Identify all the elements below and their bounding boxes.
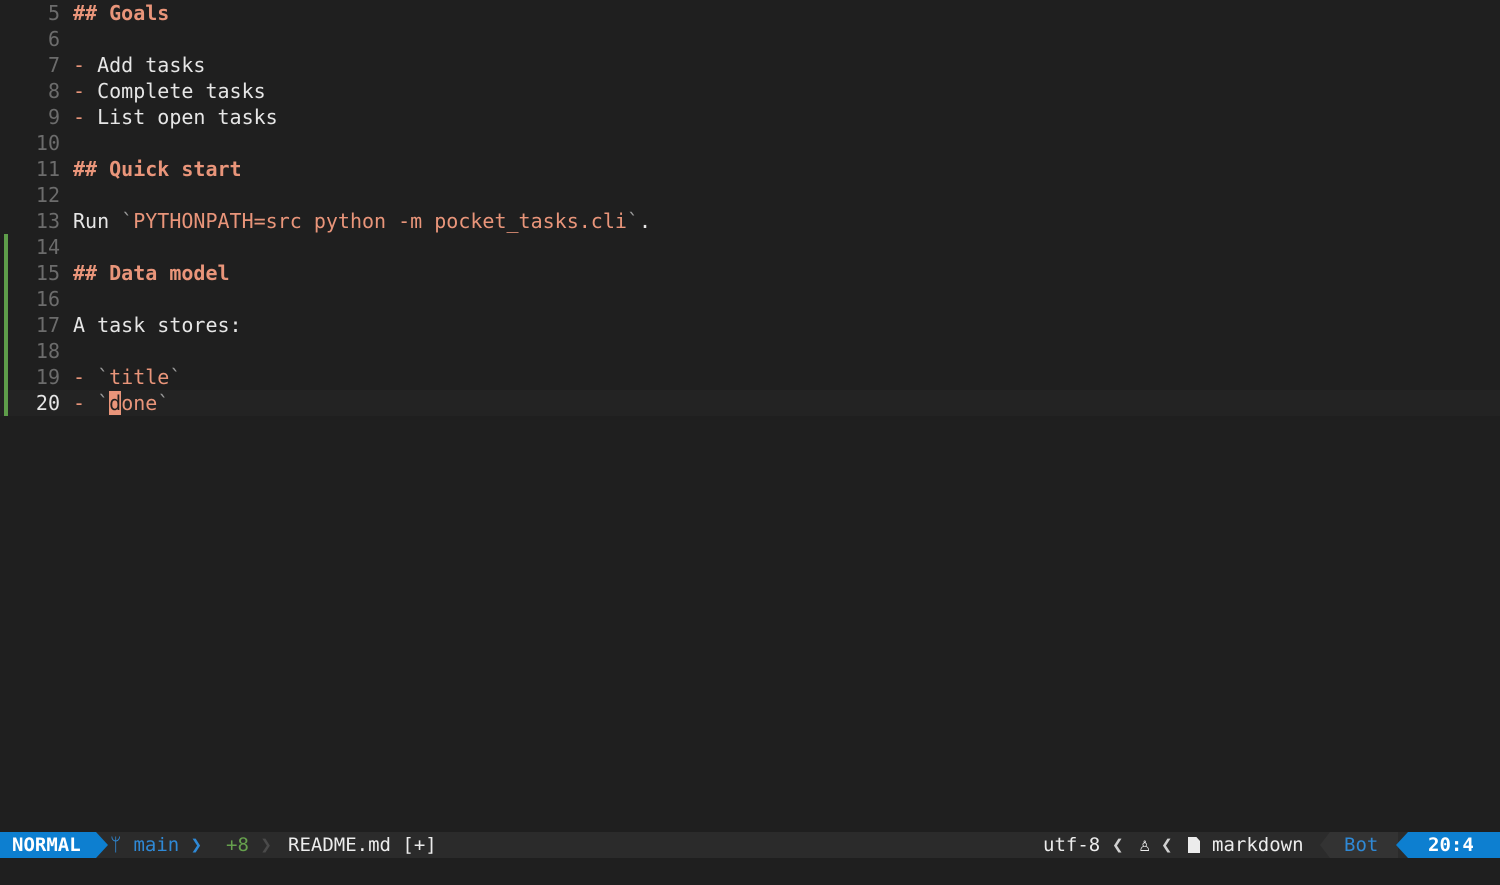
git-branch: ᛘ main ❯ — [110, 832, 202, 858]
line-number: 10 — [35, 131, 60, 155]
file-icon — [1188, 832, 1200, 858]
token: - — [73, 105, 86, 129]
file-type: markdown — [1212, 834, 1304, 856]
token: - — [73, 391, 86, 415]
editor-line[interactable]: 15 ## Data model — [0, 260, 1500, 286]
token: ## Quick start — [73, 157, 242, 181]
line-number: 20 — [35, 391, 60, 415]
editor-line[interactable]: 10 — [0, 130, 1500, 156]
editor-buffer[interactable]: 5 ## Goals 6 7- Add tasks 8- Complete tasks 9… — [0, 0, 1500, 832]
editor-line[interactable]: 5 ## Goals — [0, 0, 1500, 26]
line-number: 19 — [35, 365, 60, 389]
line-content: ## Quick start — [73, 156, 242, 182]
linux-icon: ♙ — [1139, 834, 1151, 856]
line-content: - List open tasks — [73, 104, 278, 130]
editor-line[interactable]: 19- `title` — [0, 364, 1500, 390]
token: ## Goals — [73, 1, 170, 25]
git-diff-count: +8 ❯ — [226, 832, 272, 858]
token: A task stores: — [73, 313, 242, 337]
editor-line[interactable]: 7- Add tasks — [0, 52, 1500, 78]
editor-line[interactable]: 8- Complete tasks — [0, 78, 1500, 104]
token: List open tasks — [85, 105, 278, 129]
editor-line[interactable]: 6 — [0, 26, 1500, 52]
editor-line[interactable]: 9- List open tasks — [0, 104, 1500, 130]
command-line[interactable] — [0, 858, 1500, 885]
token: ` — [97, 391, 110, 415]
diff-separator-icon: ❯ — [260, 834, 272, 856]
token: ## Data model — [73, 261, 230, 285]
text-cursor: d — [109, 391, 122, 415]
line-number: 15 — [35, 261, 60, 285]
token: - — [73, 79, 86, 103]
token: ` — [626, 209, 639, 233]
token: . — [638, 209, 651, 233]
line-number: 7 — [47, 53, 60, 77]
editor-line[interactable]: 14 — [0, 234, 1500, 260]
token: Run — [73, 209, 122, 233]
line-number: 12 — [35, 183, 60, 207]
cursor-position-separator — [1396, 832, 1408, 858]
line-number: 11 — [35, 157, 60, 181]
editor-line[interactable]: 17 A task stores: — [0, 312, 1500, 338]
line-number: 8 — [47, 79, 60, 103]
editor-line[interactable]: 20- `done` — [0, 390, 1500, 416]
diff-count-text: +8 — [226, 834, 249, 856]
line-number: 17 — [35, 313, 60, 337]
token: ` — [121, 209, 134, 233]
line-content: - `done` — [73, 390, 169, 416]
cursor-position: 20:4 — [1408, 832, 1500, 858]
line-content: ## Data model — [73, 260, 230, 286]
line-content: Run `PYTHONPATH=src python -m pocket_tas… — [73, 208, 651, 234]
line-content: A task stores: — [73, 312, 242, 338]
line-content: - Complete tasks — [73, 78, 266, 104]
line-number: 16 — [35, 287, 60, 311]
line-content: - Add tasks — [73, 52, 205, 78]
token: title — [109, 365, 170, 389]
line-number: 14 — [35, 235, 60, 259]
line-content: - `title` — [73, 364, 181, 390]
editor-line[interactable]: 18 — [0, 338, 1500, 364]
token: one — [121, 391, 158, 415]
token: ` — [97, 365, 110, 389]
line-number: 18 — [35, 339, 60, 363]
line-number: 5 — [47, 1, 60, 25]
token: PYTHONPATH=src python -m pocket_tasks.cl… — [133, 209, 627, 233]
line-number: 13 — [35, 209, 60, 233]
token: ` — [157, 391, 170, 415]
file-encoding: utf-8 — [1043, 834, 1101, 856]
token: Complete tasks — [85, 79, 266, 103]
token: - — [73, 365, 86, 389]
line-number: 9 — [47, 105, 60, 129]
editor-line[interactable]: 11 ## Quick start — [0, 156, 1500, 182]
os-separator-icon: ❮ — [1161, 834, 1173, 856]
editor-line[interactable]: 16 — [0, 286, 1500, 312]
file-name: README.md [+] — [288, 834, 437, 856]
token: Add tasks — [85, 53, 206, 77]
position-separator — [1320, 832, 1330, 858]
line-content: ## Goals — [73, 0, 169, 26]
token: - — [73, 53, 86, 77]
token: ` — [169, 365, 182, 389]
line-number: 6 — [47, 27, 60, 51]
encoding-separator-icon: ❮ — [1112, 834, 1124, 856]
status-line: NORMAL ᛘ main ❯ +8 ❯ README.md [+] utf-8… — [0, 832, 1500, 858]
git-branch-icon: ᛘ — [110, 834, 122, 856]
editor-line[interactable]: 12 — [0, 182, 1500, 208]
branch-name: main — [133, 834, 180, 856]
mode-separator — [96, 832, 108, 858]
editor-line[interactable]: 13 Run `PYTHONPATH=src python -m pocket_t… — [0, 208, 1500, 234]
branch-separator-icon: ❯ — [190, 834, 203, 856]
scroll-position: Bot — [1330, 832, 1398, 858]
mode-indicator: NORMAL — [0, 832, 96, 858]
